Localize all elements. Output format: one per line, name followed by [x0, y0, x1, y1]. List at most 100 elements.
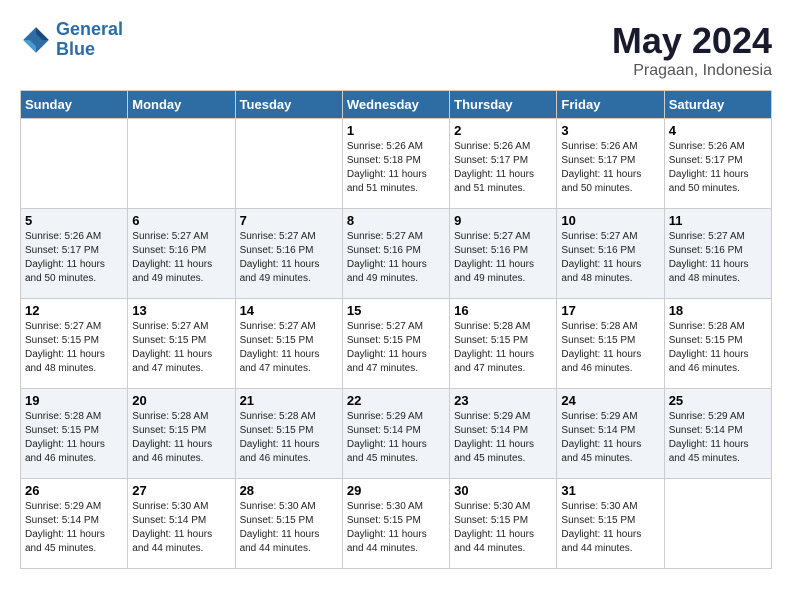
day-info: Sunrise: 5:27 AMSunset: 5:15 PMDaylight:…: [132, 320, 230, 376]
calendar-cell: 11 Sunrise: 5:27 AMSunset: 5:16 PMDayligh…: [664, 209, 771, 299]
calendar-week-row: 19 Sunrise: 5:28 AMSunset: 5:15 PMDayligh…: [21, 389, 772, 479]
day-info: Sunrise: 5:26 AMSunset: 5:18 PMDaylight:…: [347, 140, 445, 196]
calendar-cell: 21 Sunrise: 5:28 AMSunset: 5:15 PMDayligh…: [235, 389, 342, 479]
day-number: 20: [132, 393, 230, 408]
logo-general: General: [56, 19, 123, 39]
day-number: 6: [132, 213, 230, 228]
calendar-cell: 2 Sunrise: 5:26 AMSunset: 5:17 PMDaylight…: [450, 119, 557, 209]
header-row: SundayMondayTuesdayWednesdayThursdayFrid…: [21, 91, 772, 119]
day-info: Sunrise: 5:28 AMSunset: 5:15 PMDaylight:…: [561, 320, 659, 376]
location: Pragaan, Indonesia: [612, 62, 772, 80]
weekday-header: Sunday: [21, 91, 128, 119]
calendar-cell: 7 Sunrise: 5:27 AMSunset: 5:16 PMDaylight…: [235, 209, 342, 299]
day-number: 21: [240, 393, 338, 408]
calendar-cell: 15Sunrise: 5:27 AMSunset: 5:15 PMDayligh…: [342, 299, 449, 389]
day-info: Sunrise: 5:26 AMSunset: 5:17 PMDaylight:…: [454, 140, 552, 196]
day-number: 12: [25, 303, 123, 318]
calendar-cell: 18 Sunrise: 5:28 AMSunset: 5:15 PMDayligh…: [664, 299, 771, 389]
day-number: 10: [561, 213, 659, 228]
calendar-table: SundayMondayTuesdayWednesdayThursdayFrid…: [20, 90, 772, 569]
calendar-cell: 13 Sunrise: 5:27 AMSunset: 5:15 PMDayligh…: [128, 299, 235, 389]
weekday-header: Thursday: [450, 91, 557, 119]
day-number: 18: [669, 303, 767, 318]
calendar-cell: 9 Sunrise: 5:27 AMSunset: 5:16 PMDaylight…: [450, 209, 557, 299]
calendar-cell: 16Sunrise: 5:28 AMSunset: 5:15 PMDayligh…: [450, 299, 557, 389]
day-info: Sunrise: 5:26 AMSunset: 5:17 PMDaylight:…: [561, 140, 659, 196]
weekday-header: Wednesday: [342, 91, 449, 119]
day-number: 2: [454, 123, 552, 138]
calendar-cell: [664, 479, 771, 569]
calendar-cell: 26 Sunrise: 5:29 AMSunset: 5:14 PMDayligh…: [21, 479, 128, 569]
day-info: Sunrise: 5:30 AMSunset: 5:15 PMDaylight:…: [561, 500, 659, 556]
day-info: Sunrise: 5:26 AMSunset: 5:17 PMDaylight:…: [25, 230, 123, 286]
day-info: Sunrise: 5:28 AMSunset: 5:15 PMDaylight:…: [240, 410, 338, 466]
day-number: 24: [561, 393, 659, 408]
day-info: Sunrise: 5:29 AMSunset: 5:14 PMDaylight:…: [669, 410, 767, 466]
day-info: Sunrise: 5:28 AMSunset: 5:15 PMDaylight:…: [132, 410, 230, 466]
day-info: Sunrise: 5:27 AMSunset: 5:16 PMDaylight:…: [669, 230, 767, 286]
calendar-cell: 30Sunrise: 5:30 AMSunset: 5:15 PMDayligh…: [450, 479, 557, 569]
logo-icon: [20, 24, 52, 56]
calendar-cell: 17 Sunrise: 5:28 AMSunset: 5:15 PMDayligh…: [557, 299, 664, 389]
day-number: 3: [561, 123, 659, 138]
day-number: 11: [669, 213, 767, 228]
day-number: 14: [240, 303, 338, 318]
day-info: Sunrise: 5:27 AMSunset: 5:15 PMDaylight:…: [347, 320, 445, 376]
day-info: Sunrise: 5:28 AMSunset: 5:15 PMDaylight:…: [25, 410, 123, 466]
day-number: 16: [454, 303, 552, 318]
calendar-cell: 3 Sunrise: 5:26 AMSunset: 5:17 PMDaylight…: [557, 119, 664, 209]
calendar-cell: 1 Sunrise: 5:26 AMSunset: 5:18 PMDaylight…: [342, 119, 449, 209]
calendar-cell: 27Sunrise: 5:30 AMSunset: 5:14 PMDayligh…: [128, 479, 235, 569]
calendar-cell: [128, 119, 235, 209]
weekday-header: Friday: [557, 91, 664, 119]
calendar-cell: [21, 119, 128, 209]
day-info: Sunrise: 5:30 AMSunset: 5:15 PMDaylight:…: [454, 500, 552, 556]
calendar-cell: 24 Sunrise: 5:29 AMSunset: 5:14 PMDayligh…: [557, 389, 664, 479]
logo-text: General Blue: [56, 20, 123, 60]
day-info: Sunrise: 5:29 AMSunset: 5:14 PMDaylight:…: [561, 410, 659, 466]
day-number: 25: [669, 393, 767, 408]
day-number: 29: [347, 483, 445, 498]
calendar-cell: 28Sunrise: 5:30 AMSunset: 5:15 PMDayligh…: [235, 479, 342, 569]
day-number: 22: [347, 393, 445, 408]
day-number: 26: [25, 483, 123, 498]
weekday-header: Tuesday: [235, 91, 342, 119]
day-number: 7: [240, 213, 338, 228]
day-info: Sunrise: 5:30 AMSunset: 5:15 PMDaylight:…: [347, 500, 445, 556]
day-info: Sunrise: 5:29 AMSunset: 5:14 PMDaylight:…: [454, 410, 552, 466]
day-number: 13: [132, 303, 230, 318]
day-info: Sunrise: 5:29 AMSunset: 5:14 PMDaylight:…: [25, 500, 123, 556]
day-number: 17: [561, 303, 659, 318]
day-info: Sunrise: 5:27 AMSunset: 5:16 PMDaylight:…: [454, 230, 552, 286]
calendar-cell: 20 Sunrise: 5:28 AMSunset: 5:15 PMDayligh…: [128, 389, 235, 479]
calendar-cell: 31 Sunrise: 5:30 AMSunset: 5:15 PMDayligh…: [557, 479, 664, 569]
day-number: 9: [454, 213, 552, 228]
calendar-cell: 4Sunrise: 5:26 AMSunset: 5:17 PMDaylight…: [664, 119, 771, 209]
day-number: 1: [347, 123, 445, 138]
day-info: Sunrise: 5:27 AMSunset: 5:16 PMDaylight:…: [132, 230, 230, 286]
day-info: Sunrise: 5:30 AMSunset: 5:15 PMDaylight:…: [240, 500, 338, 556]
page-header: General Blue May 2024 Pragaan, Indonesia: [20, 20, 772, 80]
day-number: 31: [561, 483, 659, 498]
calendar-cell: 22Sunrise: 5:29 AMSunset: 5:14 PMDayligh…: [342, 389, 449, 479]
day-number: 19: [25, 393, 123, 408]
day-number: 4: [669, 123, 767, 138]
calendar-cell: 23 Sunrise: 5:29 AMSunset: 5:14 PMDayligh…: [450, 389, 557, 479]
calendar-cell: 6 Sunrise: 5:27 AMSunset: 5:16 PMDaylight…: [128, 209, 235, 299]
day-info: Sunrise: 5:27 AMSunset: 5:15 PMDaylight:…: [240, 320, 338, 376]
day-info: Sunrise: 5:30 AMSunset: 5:14 PMDaylight:…: [132, 500, 230, 556]
title-block: May 2024 Pragaan, Indonesia: [612, 20, 772, 80]
day-info: Sunrise: 5:28 AMSunset: 5:15 PMDaylight:…: [669, 320, 767, 376]
day-info: Sunrise: 5:27 AMSunset: 5:16 PMDaylight:…: [347, 230, 445, 286]
day-info: Sunrise: 5:27 AMSunset: 5:15 PMDaylight:…: [25, 320, 123, 376]
day-info: Sunrise: 5:27 AMSunset: 5:16 PMDaylight:…: [561, 230, 659, 286]
calendar-cell: 19 Sunrise: 5:28 AMSunset: 5:15 PMDayligh…: [21, 389, 128, 479]
weekday-header: Saturday: [664, 91, 771, 119]
calendar-cell: 25 Sunrise: 5:29 AMSunset: 5:14 PMDayligh…: [664, 389, 771, 479]
calendar-week-row: 26 Sunrise: 5:29 AMSunset: 5:14 PMDayligh…: [21, 479, 772, 569]
day-info: Sunrise: 5:27 AMSunset: 5:16 PMDaylight:…: [240, 230, 338, 286]
weekday-header: Monday: [128, 91, 235, 119]
calendar-cell: 10 Sunrise: 5:27 AMSunset: 5:16 PMDayligh…: [557, 209, 664, 299]
day-number: 23: [454, 393, 552, 408]
calendar-week-row: 1 Sunrise: 5:26 AMSunset: 5:18 PMDaylight…: [21, 119, 772, 209]
